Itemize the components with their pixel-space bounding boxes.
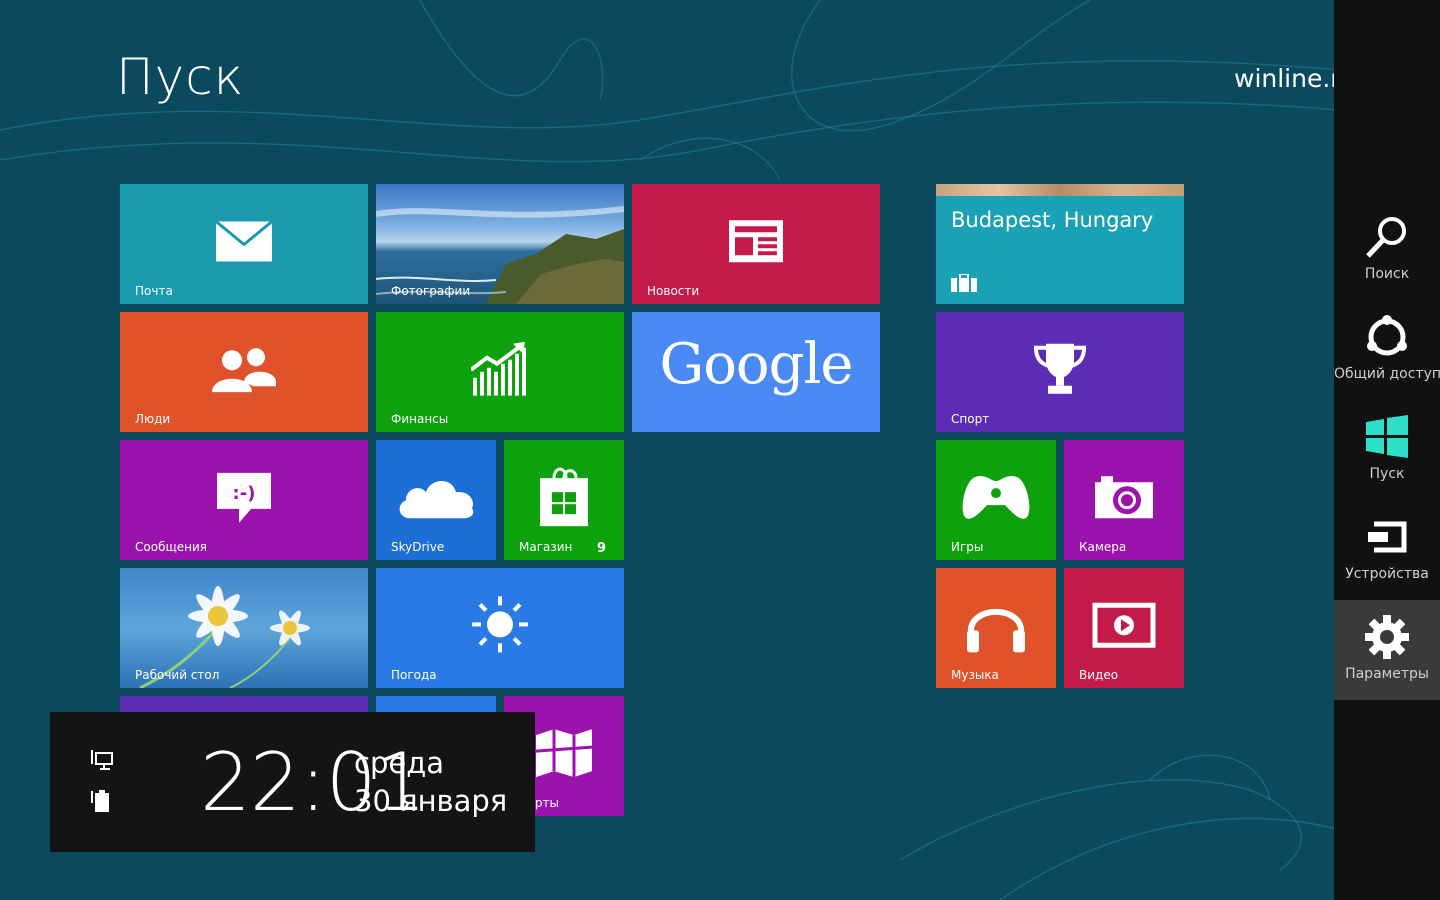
network-icon (91, 750, 113, 770)
store-bag-icon (540, 467, 588, 527)
tile-label: Новости (647, 284, 700, 298)
clock-overlay: 22:01 среда 30 января (50, 712, 535, 852)
charm-label: Параметры (1345, 666, 1429, 682)
tile-label: Камера (1079, 540, 1127, 554)
tile-music[interactable]: Музыка (936, 568, 1056, 688)
share-icon (1367, 315, 1407, 356)
tile-label: Магазин (519, 540, 573, 554)
clock-day: среда (354, 746, 445, 780)
charm-label: Общий доступ (1334, 366, 1440, 382)
mail-icon (215, 220, 273, 262)
travel-title: Budapest, Hungary (951, 208, 1154, 232)
people-icon (212, 348, 276, 393)
tile-label: Рабочий стол (135, 668, 220, 682)
tile-label: Видео (1079, 668, 1119, 682)
gamepad-icon (962, 476, 1030, 519)
tile-label: Люди (135, 412, 171, 426)
charm-label: Устройства (1345, 566, 1429, 582)
tile-desktop[interactable]: Рабочий стол (120, 568, 368, 688)
tile-skydrive[interactable]: SkyDrive (376, 440, 496, 560)
clock-date: 30 января (354, 784, 508, 818)
suitcase-icon (951, 274, 977, 292)
travel-photo-strip (936, 184, 1184, 196)
tile-news[interactable]: Новости (632, 184, 880, 304)
charm-devices[interactable]: Устройства (1334, 500, 1440, 600)
store-update-badge: 9 (596, 541, 606, 556)
cloud-icon (399, 480, 474, 519)
tile-label: Погода (391, 668, 437, 682)
video-icon (1092, 602, 1156, 648)
headphones-icon (967, 609, 1025, 653)
tile-video[interactable]: Видео (1064, 568, 1184, 688)
chart-icon (471, 341, 526, 396)
charm-start[interactable]: Пуск (1334, 400, 1440, 500)
tile-people[interactable]: Люди (120, 312, 368, 432)
charms-bar: Поиск Общий доступ Пуск Устройства Парам… (1334, 0, 1440, 900)
tile-photos[interactable]: Фотографии (376, 184, 624, 304)
trophy-icon (1033, 343, 1087, 394)
gear-icon (1365, 615, 1409, 659)
tile-label: Финансы (391, 412, 449, 426)
start-title: Пуск (116, 48, 245, 106)
tile-label: Почта (135, 284, 173, 298)
tile-mail[interactable]: Почта (120, 184, 368, 304)
battery-icon (91, 790, 109, 812)
charm-label: Поиск (1364, 266, 1410, 282)
charm-search[interactable]: Поиск (1334, 200, 1440, 300)
map-icon (535, 729, 593, 778)
tile-camera[interactable]: Камера (1064, 440, 1184, 560)
sun-icon (472, 596, 528, 653)
tile-label: SkyDrive (391, 540, 445, 554)
charm-share[interactable]: Общий доступ (1334, 300, 1440, 400)
tile-label: Игры (951, 540, 984, 554)
tile-games[interactable]: Игры (936, 440, 1056, 560)
user-name[interactable]: winline.ru (1234, 64, 1334, 93)
tile-travel[interactable]: Budapest, Hungary (936, 184, 1184, 304)
charm-label: Пуск (1369, 466, 1405, 482)
tile-label: Фотографии (391, 284, 471, 298)
chat-icon: :-) (217, 472, 271, 523)
tile-store[interactable]: Магазин 9 (504, 440, 624, 560)
tile-label: Музыка (951, 668, 999, 682)
tile-label: Спорт (951, 412, 990, 426)
tile-google[interactable]: Google (632, 312, 880, 432)
newspaper-icon (729, 220, 783, 263)
devices-icon (1368, 521, 1407, 553)
windows-logo-icon (1366, 415, 1408, 458)
tile-messaging[interactable]: :-) Сообщения (120, 440, 368, 560)
tile-weather[interactable]: Погода (376, 568, 624, 688)
search-icon (1366, 217, 1406, 258)
camera-icon (1095, 476, 1153, 519)
google-logo: Google (659, 332, 853, 397)
tile-sport[interactable]: Спорт (936, 312, 1184, 432)
tile-label: Сообщения (135, 540, 208, 554)
tile-finance[interactable]: Финансы (376, 312, 624, 432)
svg-text::-): :-) (233, 483, 256, 504)
charm-settings[interactable]: Параметры (1334, 600, 1440, 700)
